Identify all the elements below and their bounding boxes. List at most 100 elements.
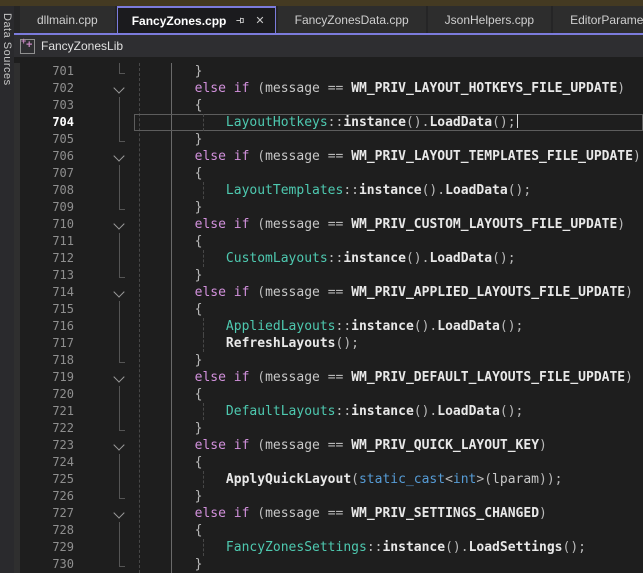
close-icon[interactable]: ✕ bbox=[255, 14, 264, 27]
code-text: RefreshLayouts(); bbox=[132, 335, 359, 352]
fold-extent-line bbox=[119, 63, 125, 74]
code-line: 710 else if (message == WM_PRIV_CUSTOM_L… bbox=[14, 216, 643, 233]
code-text: } bbox=[132, 352, 202, 369]
code-line: 721 DefaultLayouts::instance().LoadData(… bbox=[14, 403, 643, 420]
code-line: 712 CustomLayouts::instance().LoadData()… bbox=[14, 250, 643, 267]
code-line: 727 else if (message == WM_PRIV_SETTINGS… bbox=[14, 505, 643, 522]
line-number: 709 bbox=[24, 199, 74, 216]
line-number: 725 bbox=[24, 471, 74, 488]
fold-chevron-icon[interactable] bbox=[113, 150, 124, 161]
document-area: dllmain.cpp FancyZones.cpp ✕ FancyZonesData… bbox=[14, 6, 643, 573]
code-line: 717 RefreshLayouts(); bbox=[14, 335, 643, 352]
code-line: 702 else if (message == WM_PRIV_LAYOUT_H… bbox=[14, 80, 643, 97]
code-line: 708 LayoutTemplates::instance().LoadData… bbox=[14, 182, 643, 199]
line-number: 701 bbox=[24, 63, 74, 80]
fold-extent-line bbox=[119, 471, 120, 488]
fold-chevron-icon[interactable] bbox=[113, 439, 124, 450]
fold-extent-line bbox=[119, 318, 120, 335]
code-text: { bbox=[132, 522, 202, 539]
code-editor[interactable]: 701 }702 else if (message == WM_PRIV_LAY… bbox=[14, 63, 643, 573]
line-number: 727 bbox=[24, 505, 74, 522]
code-line: 711 { bbox=[14, 233, 643, 250]
fold-extent-line bbox=[119, 165, 120, 182]
code-text: LayoutTemplates::instance().LoadData(); bbox=[132, 182, 531, 199]
code-text: else if (message == WM_PRIV_QUICK_LAYOUT… bbox=[132, 437, 547, 454]
fold-extent-line bbox=[119, 114, 120, 131]
tab-bar: dllmain.cpp FancyZones.cpp ✕ FancyZonesData… bbox=[14, 6, 643, 33]
tab-label: FancyZones.cpp bbox=[132, 14, 227, 28]
code-lines: 701 }702 else if (message == WM_PRIV_LAY… bbox=[14, 63, 643, 573]
fold-extent-line bbox=[119, 352, 125, 363]
line-number: 721 bbox=[24, 403, 74, 420]
line-number: 726 bbox=[24, 488, 74, 505]
code-text: } bbox=[132, 556, 202, 573]
fold-extent-line bbox=[119, 488, 125, 499]
fold-chevron-icon[interactable] bbox=[113, 371, 124, 382]
project-name[interactable]: FancyZonesLib bbox=[41, 39, 123, 53]
code-line: 725 ApplyQuickLayout(static_cast<int>(lp… bbox=[14, 471, 643, 488]
code-line: 726 } bbox=[14, 488, 643, 505]
line-number: 718 bbox=[24, 352, 74, 369]
line-number: 719 bbox=[24, 369, 74, 386]
code-text: CustomLayouts::instance().LoadData(); bbox=[132, 250, 516, 267]
line-number: 707 bbox=[24, 165, 74, 182]
code-text: } bbox=[132, 199, 202, 216]
tab-fancyzones-cpp[interactable]: FancyZones.cpp ✕ bbox=[117, 6, 276, 33]
line-number: 717 bbox=[24, 335, 74, 352]
code-text: DefaultLayouts::instance().LoadData(); bbox=[132, 403, 523, 420]
line-number: 702 bbox=[24, 80, 74, 97]
fold-extent-line bbox=[119, 522, 120, 539]
tab-jsonhelpers-cpp[interactable]: JsonHelpers.cpp bbox=[428, 6, 551, 33]
line-number: 729 bbox=[24, 539, 74, 556]
fold-chevron-icon[interactable] bbox=[113, 82, 124, 93]
text-caret bbox=[517, 114, 519, 128]
line-number: 714 bbox=[24, 284, 74, 301]
line-number: 704 bbox=[24, 114, 74, 131]
fold-chevron-icon[interactable] bbox=[113, 507, 124, 518]
code-text: else if (message == WM_PRIV_LAYOUT_HOTKE… bbox=[132, 80, 625, 97]
code-line: 716 AppliedLayouts::instance().LoadData(… bbox=[14, 318, 643, 335]
breadcrumb[interactable]: + + FancyZonesLib bbox=[14, 35, 643, 57]
code-line: 715 { bbox=[14, 301, 643, 318]
pushpin-icon[interactable] bbox=[235, 15, 246, 26]
line-number: 710 bbox=[24, 216, 74, 233]
tab-dllmain-cpp[interactable]: dllmain.cpp bbox=[20, 6, 115, 33]
fold-chevron-icon[interactable] bbox=[113, 286, 124, 297]
tab-fancyzonesdata-cpp[interactable]: FancyZonesData.cpp bbox=[278, 6, 426, 33]
fold-extent-line bbox=[119, 403, 120, 420]
code-text: { bbox=[132, 165, 202, 182]
fold-extent-line bbox=[119, 199, 125, 210]
fold-extent-line bbox=[119, 250, 120, 267]
code-text: else if (message == WM_PRIV_LAYOUT_TEMPL… bbox=[132, 148, 641, 165]
fold-extent-line bbox=[119, 420, 125, 431]
code-text: else if (message == WM_PRIV_SETTINGS_CHA… bbox=[132, 505, 547, 522]
code-line: 718 } bbox=[14, 352, 643, 369]
fold-extent-line bbox=[119, 556, 125, 567]
code-line: 728 { bbox=[14, 522, 643, 539]
tab-editorparamete[interactable]: EditorParamete bbox=[553, 6, 643, 33]
line-number: 715 bbox=[24, 301, 74, 318]
fold-chevron-icon[interactable] bbox=[113, 218, 124, 229]
code-text: ApplyQuickLayout(static_cast<int>(lparam… bbox=[132, 471, 563, 488]
line-number: 712 bbox=[24, 250, 74, 267]
code-line: 706 else if (message == WM_PRIV_LAYOUT_T… bbox=[14, 148, 643, 165]
code-line: 724 { bbox=[14, 454, 643, 471]
code-text: { bbox=[132, 301, 202, 318]
code-line: 719 else if (message == WM_PRIV_DEFAULT_… bbox=[14, 369, 643, 386]
code-line: 730 } bbox=[14, 556, 643, 573]
code-text: AppliedLayouts::instance().LoadData(); bbox=[132, 318, 523, 335]
line-number: 716 bbox=[24, 318, 74, 335]
code-line: 704 LayoutHotkeys::instance().LoadData()… bbox=[14, 114, 643, 131]
line-number: 720 bbox=[24, 386, 74, 403]
line-number: 723 bbox=[24, 437, 74, 454]
code-text: } bbox=[132, 63, 202, 80]
data-sources-vertical-tab[interactable]: Data Sources bbox=[1, 13, 13, 86]
code-text: } bbox=[132, 131, 202, 148]
code-line: 701 } bbox=[14, 63, 643, 80]
line-number: 705 bbox=[24, 131, 74, 148]
code-line: 707 { bbox=[14, 165, 643, 182]
line-number: 706 bbox=[24, 148, 74, 165]
line-number: 728 bbox=[24, 522, 74, 539]
fold-extent-line bbox=[119, 335, 120, 352]
code-text: { bbox=[132, 97, 202, 114]
